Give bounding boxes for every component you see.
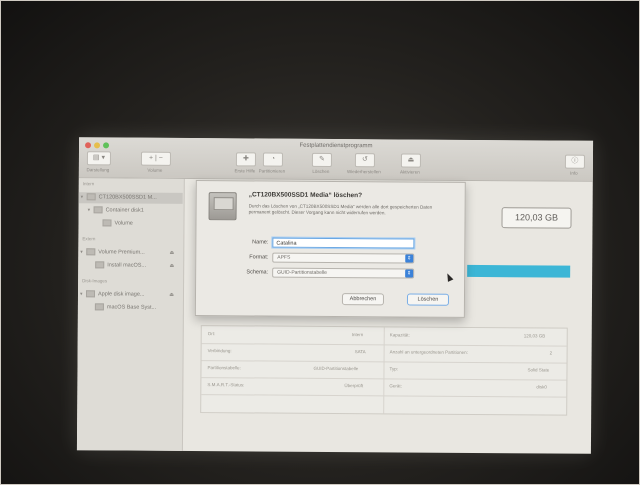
- photo-border: [0, 0, 640, 485]
